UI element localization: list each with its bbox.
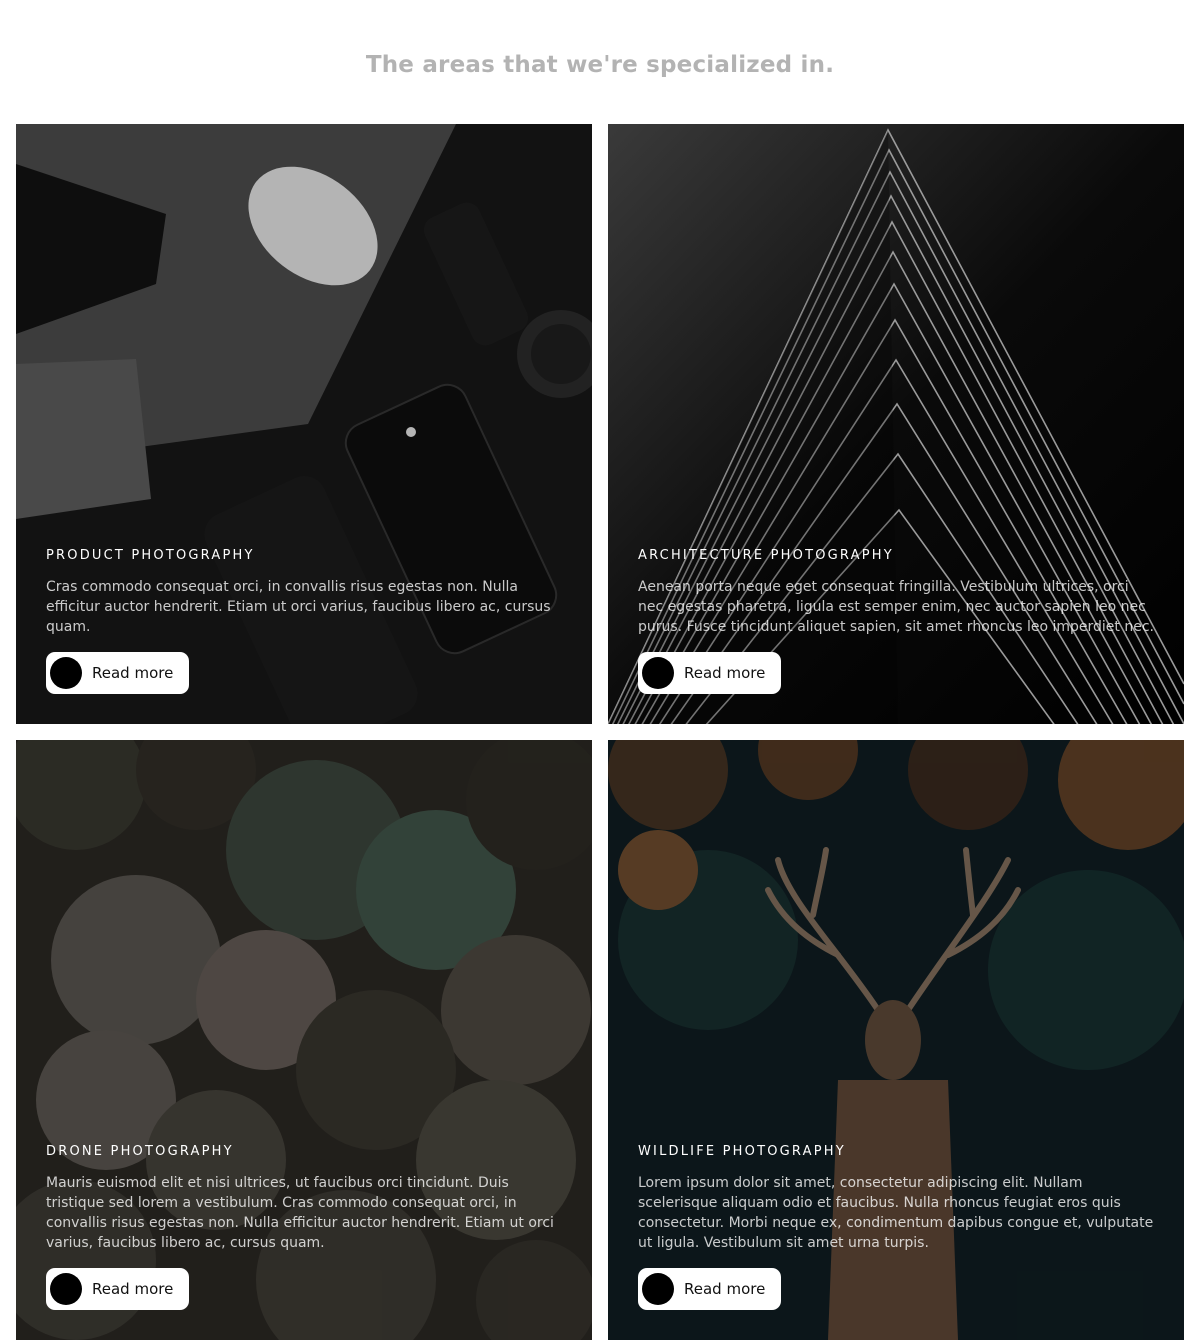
read-more-button[interactable]: Read more xyxy=(638,652,781,694)
card-description: Mauris euismod elit et nisi ultrices, ut… xyxy=(46,1175,554,1251)
dot-icon xyxy=(50,1273,82,1305)
dot-icon xyxy=(642,1273,674,1305)
read-more-button[interactable]: Read more xyxy=(638,1268,781,1310)
dot-icon xyxy=(642,657,674,689)
card-description: Lorem ipsum dolor sit amet, consectetur … xyxy=(638,1175,1154,1251)
card-drone-photography: DRONE PHOTOGRAPHY Mauris euismod elit et… xyxy=(16,740,592,1340)
card-wildlife-photography: WILDLIFE PHOTOGRAPHY Lorem ipsum dolor s… xyxy=(608,740,1184,1340)
read-more-label: Read more xyxy=(92,664,174,682)
read-more-button[interactable]: Read more xyxy=(46,1268,189,1310)
card-title: PRODUCT PHOTOGRAPHY xyxy=(46,548,255,563)
read-more-label: Read more xyxy=(92,1280,174,1298)
card-title: WILDLIFE PHOTOGRAPHY xyxy=(638,1144,846,1159)
dot-icon xyxy=(50,657,82,689)
read-more-label: Read more xyxy=(684,1280,766,1298)
card-product-photography: PRODUCT PHOTOGRAPHY Cras commodo consequ… xyxy=(16,124,592,724)
card-description: Cras commodo consequat orci, in convalli… xyxy=(46,579,551,635)
read-more-button[interactable]: Read more xyxy=(46,652,189,694)
card-title: ARCHITECTURE PHOTOGRAPHY xyxy=(638,548,894,563)
card-architecture-photography: ARCHITECTURE PHOTOGRAPHY Aenean porta ne… xyxy=(608,124,1184,724)
card-description: Aenean porta neque eget consequat fringi… xyxy=(638,579,1154,635)
section-heading: The areas that we're specialized in. xyxy=(365,52,835,78)
read-more-label: Read more xyxy=(684,664,766,682)
card-title: DRONE PHOTOGRAPHY xyxy=(46,1144,234,1159)
